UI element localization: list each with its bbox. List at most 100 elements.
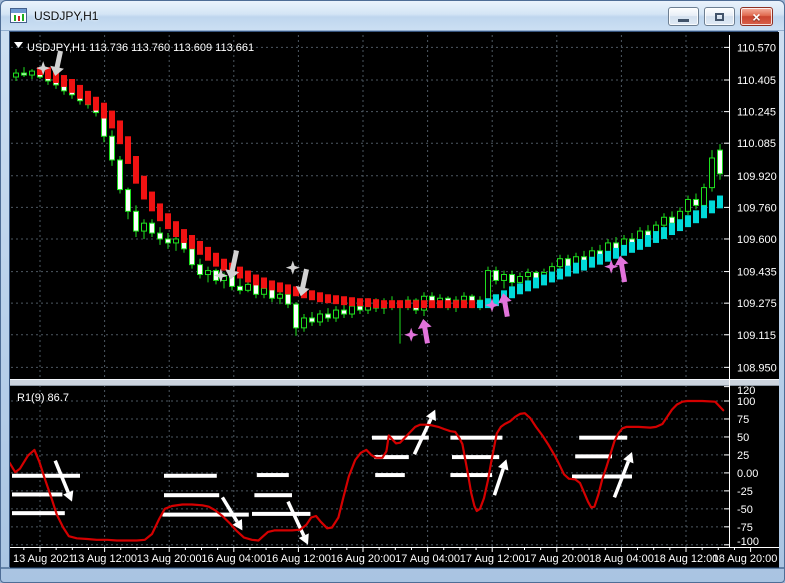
oscillator-axis-label: 0.00 (737, 468, 758, 480)
ribbon-block (349, 297, 355, 307)
price-axis-label: 110.245 (737, 107, 776, 119)
ribbon-block (629, 241, 635, 253)
oscillator-level-segment (252, 511, 311, 516)
time-axis-label: 16 Aug 04:00 (201, 553, 266, 565)
ribbon-block (197, 240, 203, 255)
oscillator-level-segment (450, 473, 492, 478)
price-axis-label: 109.115 (737, 330, 776, 342)
ribbon-block (557, 268, 563, 280)
time-axis-label: 13 Aug 20:00 (137, 553, 202, 565)
ribbon-block (269, 280, 275, 291)
ribbon-block (205, 246, 211, 261)
ribbon-block (541, 274, 547, 286)
ribbon-block (173, 221, 179, 237)
ribbon-block (165, 213, 171, 230)
ribbon-block (669, 223, 675, 236)
title-bar[interactable]: USDJPY,H1 × (1, 1, 784, 31)
ribbon-block (117, 120, 123, 145)
frame-divider (1, 567, 784, 569)
ribbon-block (421, 300, 427, 309)
oscillator-axis-label: 75 (737, 414, 749, 426)
restore-button[interactable] (704, 7, 735, 26)
oscillator-axis-label: 50 (737, 432, 749, 444)
ribbon-block (613, 247, 619, 259)
chart-client-area: 110.570 110.405 110.245 110.085 109.920 109.7… (9, 31, 779, 568)
close-button[interactable]: × (740, 7, 773, 26)
ribbon-block (101, 102, 107, 119)
ribbon-block (429, 300, 435, 309)
price-axis-label: 110.085 (737, 138, 776, 150)
ribbon-block (397, 300, 403, 309)
oscillator-level-segment (256, 473, 289, 478)
candle (485, 266, 491, 303)
ribbon-block (477, 300, 483, 309)
ribbon-block (605, 250, 611, 262)
chart-window: USDJPY,H1 × 110.570 110.405 110.245 110.085… (0, 0, 785, 583)
price-axis-label: 109.275 (737, 298, 777, 310)
pane-separator[interactable] (10, 379, 779, 386)
price-axis-label: 110.570 (737, 42, 776, 54)
time-axis-label: 13 Aug 12:00 (72, 553, 137, 565)
chart-icon (10, 8, 27, 23)
ribbon-block (533, 277, 539, 289)
ribbon-block (653, 231, 659, 243)
ribbon-block (365, 298, 371, 308)
ribbon-block (685, 215, 691, 228)
ribbon-block (85, 90, 91, 105)
time-axis-label: 17 Aug 04:00 (395, 553, 460, 565)
time-axis-label: 18 Aug 12:00 (654, 553, 719, 565)
time-axis-label: 17 Aug 12:00 (460, 553, 525, 565)
ribbon-block (133, 156, 139, 184)
oscillator-axis-label: 25 (737, 450, 749, 462)
price-axis-label: 109.920 (737, 171, 777, 183)
ribbon-block (149, 191, 155, 212)
ribbon-block (157, 203, 163, 222)
ribbon-block (69, 79, 75, 93)
ribbon-block (277, 282, 283, 293)
oscillator-axis-label: -100 (737, 536, 759, 548)
oscillator-level-segment (164, 493, 220, 498)
ribbon-block (597, 253, 603, 265)
indicator-label: R1(9) 86.7 (17, 392, 69, 404)
ribbon-block (141, 175, 147, 200)
ribbon-block (381, 300, 387, 309)
ribbon-block (461, 300, 467, 309)
oscillator-level-segment (575, 454, 612, 459)
ribbon-block (245, 270, 251, 283)
ohlc-info-line: USDJPY,H1 113.736 113.760 113.609 113.66… (27, 42, 254, 54)
minimize-button[interactable] (668, 7, 699, 26)
ribbon-block (389, 300, 395, 309)
ribbon-block (645, 235, 651, 247)
oscillator-level-segment (162, 512, 249, 517)
ribbon-block (717, 195, 723, 209)
ribbon-block (221, 258, 227, 271)
oscillator-level-segment (375, 473, 405, 478)
ribbon-block (253, 274, 259, 286)
ribbon-block (677, 219, 683, 232)
ribbon-block (693, 210, 699, 224)
time-axis-label: 18 Aug 04:00 (589, 553, 654, 565)
ribbon-block (573, 262, 579, 274)
price-axis-label: 109.760 (737, 202, 777, 214)
ribbon-block (525, 280, 531, 292)
time-axis-label: 17 Aug 20:00 (524, 553, 589, 565)
close-icon: × (752, 8, 761, 25)
ribbon-block (509, 286, 515, 299)
ribbon-block (325, 294, 331, 304)
price-axis-label: 110.405 (737, 75, 776, 87)
price-chart-plot[interactable]: 110.570 110.405 110.245 110.085 109.920 109.7… (10, 32, 779, 568)
ribbon-block (437, 300, 443, 309)
ribbon-block (309, 290, 315, 301)
ribbon-block (405, 300, 411, 309)
candle (117, 156, 123, 194)
ribbon-block (181, 229, 187, 243)
ribbon-block (565, 265, 571, 277)
ribbon-block (317, 292, 323, 303)
ribbon-block (517, 283, 523, 295)
ribbon-block (549, 271, 555, 283)
ribbon-block (125, 136, 131, 164)
ribbon-block (709, 200, 715, 214)
time-axis-label: 13 Aug 2021 (13, 553, 75, 565)
oscillator-axis-label: -50 (737, 504, 753, 516)
ribbon-block (701, 205, 707, 219)
